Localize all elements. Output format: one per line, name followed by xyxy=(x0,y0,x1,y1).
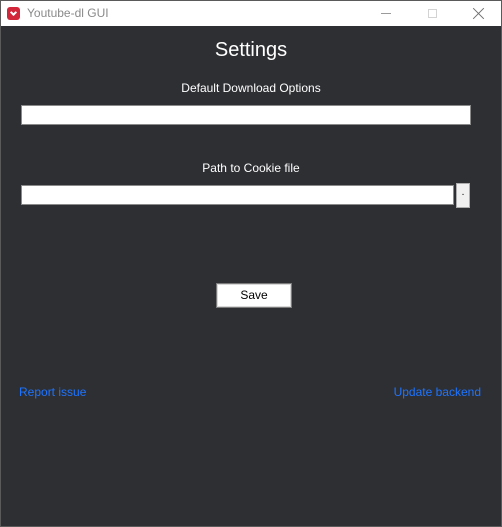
minimize-button[interactable] xyxy=(363,1,409,26)
close-button[interactable] xyxy=(455,1,501,26)
settings-panel: Settings Default Download Options Path t… xyxy=(1,26,501,526)
youtube-dl-icon xyxy=(7,7,20,20)
app-window: Youtube-dl GUI Settings Default Download… xyxy=(0,0,502,527)
report-issue-link[interactable]: Report issue xyxy=(19,385,86,399)
title-bar[interactable]: Youtube-dl GUI xyxy=(1,1,501,26)
window-title: Youtube-dl GUI xyxy=(27,6,109,20)
browse-cookie-button[interactable]: . xyxy=(456,183,470,208)
maximize-button[interactable] xyxy=(409,1,455,26)
close-icon xyxy=(472,7,485,20)
cookie-path-label: Path to Cookie file xyxy=(202,161,300,175)
save-button[interactable]: Save xyxy=(216,283,292,308)
download-options-input[interactable] xyxy=(21,105,471,125)
download-options-label: Default Download Options xyxy=(181,81,321,95)
update-backend-link[interactable]: Update backend xyxy=(394,385,481,399)
page-title: Settings xyxy=(214,39,288,61)
cookie-path-input[interactable] xyxy=(21,185,454,205)
